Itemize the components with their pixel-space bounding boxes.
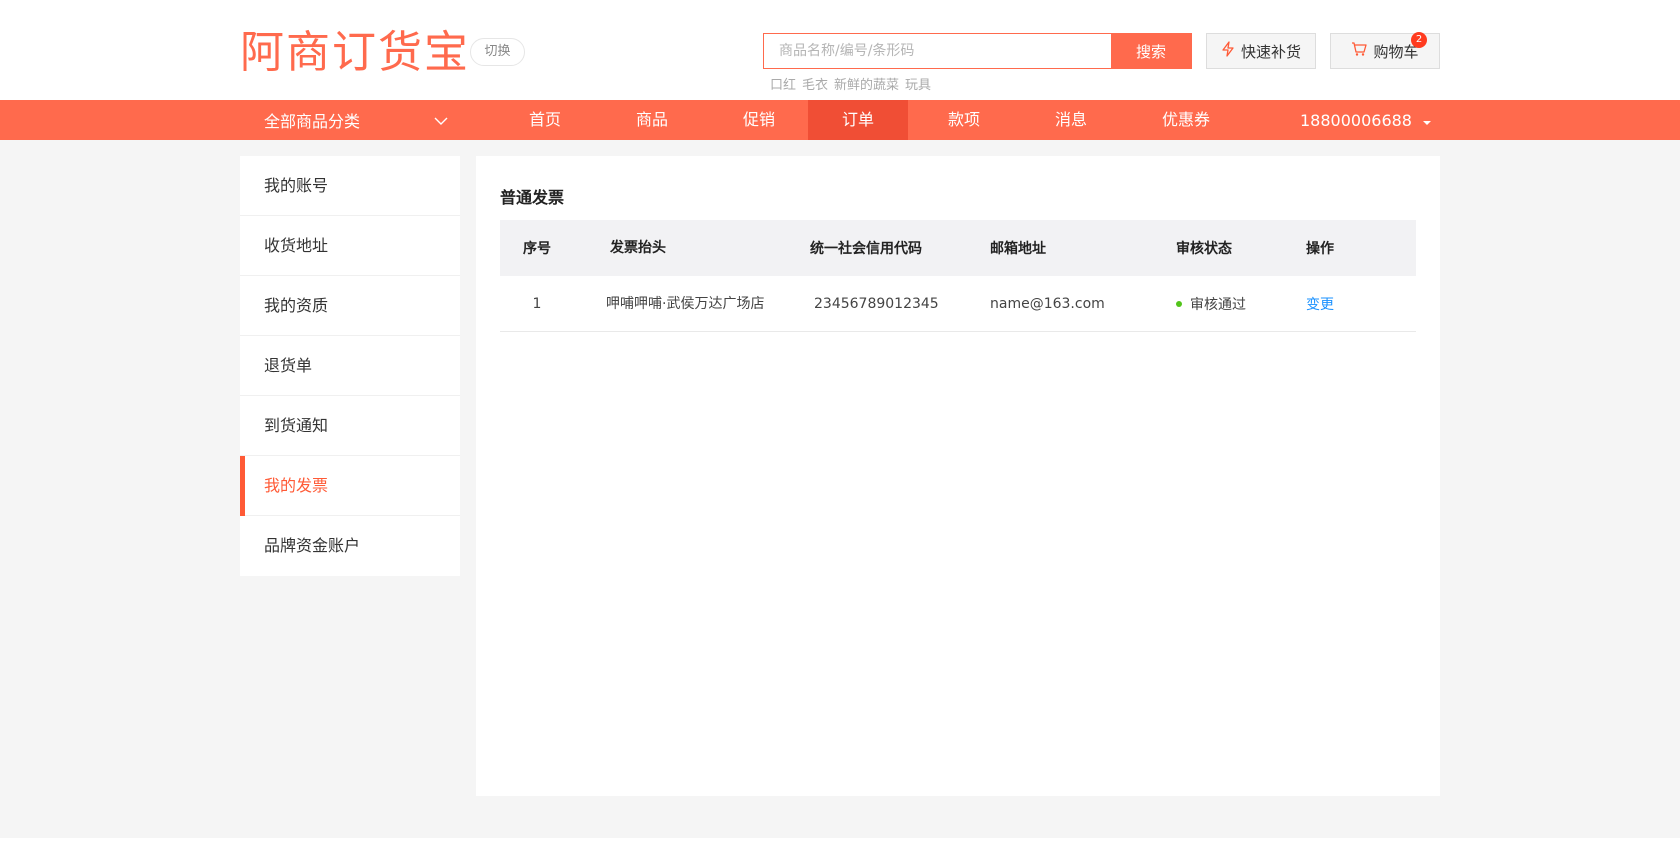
chevron-down-icon	[434, 111, 448, 130]
caret-down-icon	[1422, 111, 1432, 130]
nav-item-coupons[interactable]: 优惠券	[1141, 100, 1231, 140]
column-header: 统一社会信用代码	[810, 241, 922, 257]
email-address: name@163.com	[990, 295, 1105, 312]
header: 阿商订货宝 切换 搜索 口红 毛衣 新鲜的蔬菜 玩具 快速补货 购物车 2	[0, 0, 1680, 100]
main-nav: 全部商品分类 首页 商品 促销 订单 款项 消息 优惠券 18800006688	[0, 100, 1680, 140]
switch-button[interactable]: 切换	[470, 38, 525, 66]
sidebar-item-returns[interactable]: 退货单	[240, 336, 460, 396]
cart-icon	[1351, 41, 1368, 61]
invoice-table: 序号 发票抬头 统一社会信用代码 邮箱地址 审核状态 操作 1 呷哺呷哺·武侯万…	[500, 220, 1416, 332]
quick-restock-button[interactable]: 快速补货	[1206, 33, 1316, 69]
page-title: 普通发票	[500, 188, 565, 207]
sidebar-item-qualification[interactable]: 我的资质	[240, 276, 460, 336]
change-link[interactable]: 变更	[1306, 297, 1334, 313]
credit-code: 23456789012345	[814, 295, 939, 312]
user-phone: 18800006688	[1300, 110, 1412, 130]
sidebar-item-arrival-notice[interactable]: 到货通知	[240, 396, 460, 456]
all-categories-label: 全部商品分类	[264, 112, 361, 131]
table-header: 序号 发票抬头 统一社会信用代码 邮箱地址 审核状态 操作	[500, 220, 1416, 276]
column-header: 序号	[523, 241, 551, 257]
invoice-panel: 普通发票 序号 发票抬头 统一社会信用代码 邮箱地址 审核状态 操作 1 呷哺呷…	[476, 156, 1440, 796]
row-index: 1	[532, 295, 542, 312]
column-header: 发票抬头	[610, 240, 666, 256]
search-input[interactable]	[764, 34, 1113, 68]
hot-word[interactable]: 新鲜的蔬菜	[834, 74, 899, 93]
review-status: 审核通过	[1176, 294, 1306, 314]
user-menu[interactable]: 18800006688	[1300, 100, 1432, 140]
nav-item-orders[interactable]: 订单	[808, 100, 908, 140]
hot-word[interactable]: 毛衣	[802, 74, 828, 93]
sidebar-item-account[interactable]: 我的账号	[240, 156, 460, 216]
all-categories-menu[interactable]: 全部商品分类	[240, 100, 460, 140]
cart-button[interactable]: 购物车 2	[1330, 32, 1440, 69]
logo[interactable]: 阿商订货宝	[240, 28, 470, 78]
lightning-icon	[1221, 41, 1235, 61]
nav-item-messages[interactable]: 消息	[1026, 100, 1116, 140]
footer-strip	[0, 838, 1680, 850]
cart-count-badge: 2	[1411, 32, 1427, 48]
search-box: 搜索	[763, 33, 1192, 69]
table-row: 1 呷哺呷哺·武侯万达广场店 23456789012345 name@163.c…	[500, 276, 1416, 332]
search-button[interactable]: 搜索	[1111, 33, 1191, 69]
hot-words: 口红 毛衣 新鲜的蔬菜 玩具	[770, 74, 931, 93]
nav-item-home[interactable]: 首页	[500, 100, 590, 140]
column-header: 审核状态	[1176, 241, 1232, 257]
action-cell: 变更	[1306, 294, 1416, 314]
sidebar-item-brand-fund[interactable]: 品牌资金账户	[240, 516, 460, 576]
quick-restock-label: 快速补货	[1240, 42, 1301, 61]
hot-word[interactable]: 玩具	[905, 74, 931, 93]
sidebar-item-address[interactable]: 收货地址	[240, 216, 460, 276]
sidebar-item-invoices[interactable]: 我的发票	[240, 456, 460, 516]
status-dot-icon	[1176, 300, 1182, 307]
invoice-title: 呷哺呷哺·武侯万达广场店	[606, 295, 765, 312]
column-header: 邮箱地址	[990, 241, 1046, 257]
status-text: 审核通过	[1190, 296, 1246, 313]
column-header: 操作	[1306, 241, 1334, 257]
hot-word[interactable]: 口红	[770, 74, 796, 93]
account-sidebar: 我的账号 收货地址 我的资质 退货单 到货通知 我的发票 品牌资金账户	[240, 156, 460, 576]
nav-item-products[interactable]: 商品	[607, 100, 697, 140]
nav-item-promotions[interactable]: 促销	[714, 100, 804, 140]
nav-item-payments[interactable]: 款项	[919, 100, 1009, 140]
